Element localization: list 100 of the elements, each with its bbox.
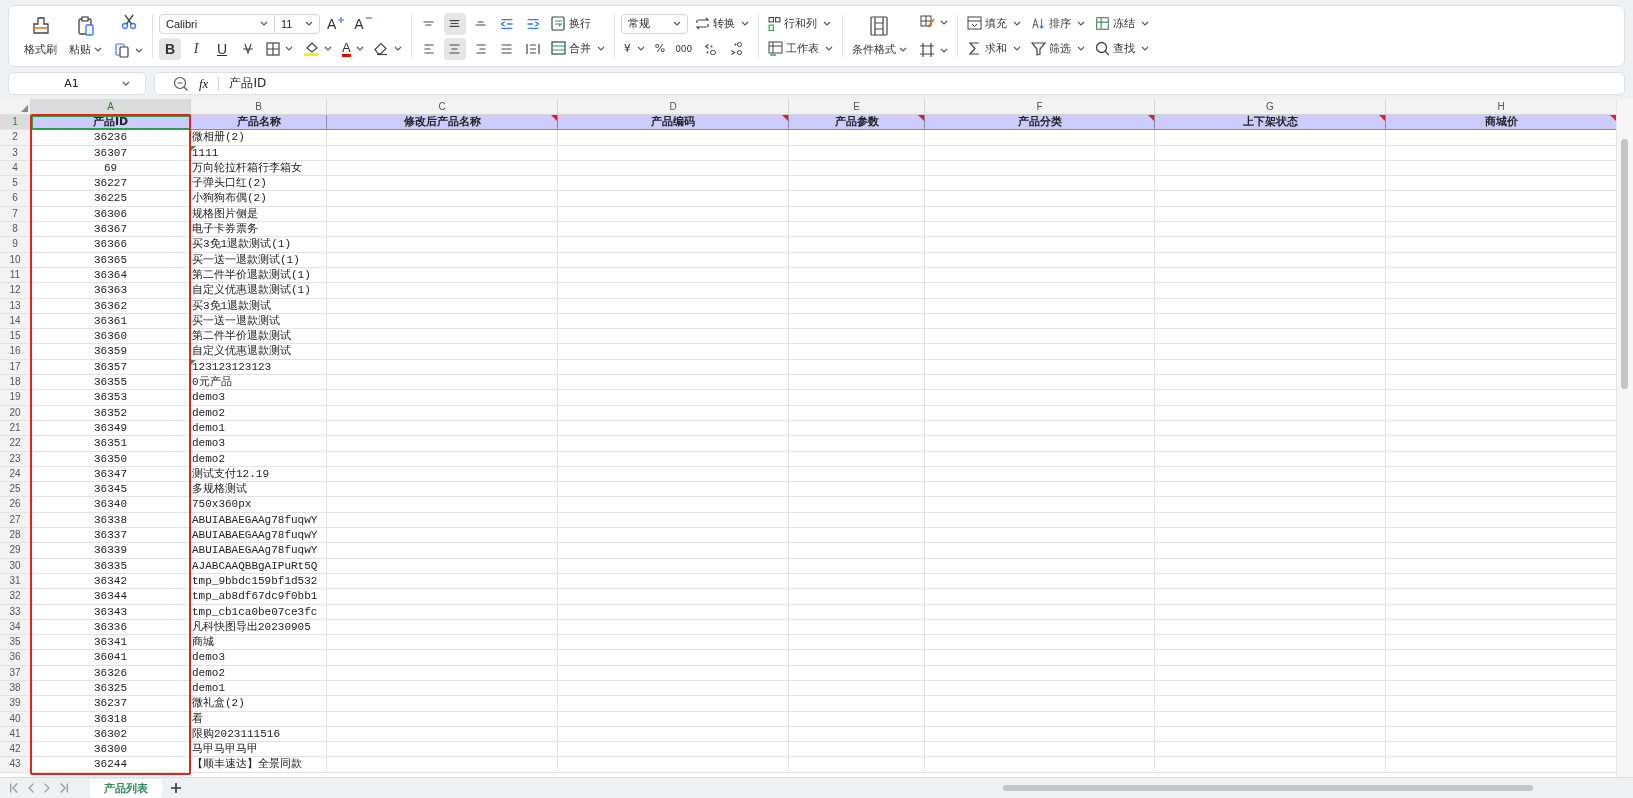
row-header[interactable]: 1 — [0, 115, 31, 131]
worksheet-button[interactable]: 工作表 — [764, 37, 836, 60]
font-family-select[interactable]: Calibri — [159, 13, 275, 34]
convert-button[interactable]: 转换 — [691, 12, 752, 35]
table-cell: 第二件半价退款测试(1) — [191, 267, 327, 284]
table-cell: 测试支付12.19 — [191, 466, 327, 483]
name-box[interactable]: A1 — [8, 72, 146, 95]
rows-columns-button[interactable]: 行和列 — [764, 12, 834, 35]
conditional-format-button[interactable]: 条件格式 — [848, 13, 910, 59]
vertical-scrollbar[interactable] — [1616, 99, 1633, 777]
distribute-icon — [525, 42, 540, 55]
row-header[interactable]: 6 — [0, 191, 31, 207]
row-header[interactable]: 28 — [0, 528, 31, 544]
table-cell: 36236 — [31, 130, 191, 146]
column-header[interactable]: E — [789, 99, 925, 115]
table-cell: tmp_ab8df67dc9f0bb1 — [191, 589, 327, 605]
first-sheet-icon[interactable] — [10, 783, 18, 793]
row-header[interactable]: 35 — [0, 635, 31, 651]
number-format-select[interactable]: 常规 — [620, 13, 688, 34]
italic-button[interactable]: I — [185, 37, 207, 60]
format-painter-button[interactable]: 格式刷 — [21, 13, 60, 59]
table-cell: 36363 — [31, 283, 191, 299]
row-header[interactable]: 9 — [0, 237, 31, 253]
outdent-icon — [500, 18, 513, 29]
align-middle-button[interactable] — [443, 12, 466, 35]
decrease-font-size-button[interactable]: A — [351, 12, 375, 35]
merge-button[interactable]: 合并 — [547, 37, 608, 60]
table-cell: 36366 — [31, 237, 191, 253]
row-header[interactable]: 18 — [0, 375, 31, 391]
sort-button[interactable]: 排序 — [1027, 12, 1088, 35]
row-header[interactable]: 15 — [0, 329, 31, 345]
caret-icon — [135, 47, 143, 53]
table-cell: 36337 — [31, 528, 191, 544]
select-all-corner[interactable] — [0, 99, 31, 115]
thousands-separator-button[interactable]: 000 — [672, 37, 696, 60]
row-header[interactable]: 19 — [0, 390, 31, 406]
row-header[interactable]: 8 — [0, 222, 31, 238]
freeze-button[interactable]: 冻结 — [1091, 12, 1152, 35]
sheet-icon — [767, 41, 783, 56]
sum-button[interactable]: 求和 — [963, 37, 1024, 60]
row-header[interactable]: 2 — [0, 130, 31, 146]
row-header[interactable]: 32 — [0, 589, 31, 605]
row-header[interactable]: 39 — [0, 696, 31, 712]
table-cell: 36227 — [31, 176, 191, 192]
filter-button[interactable]: 筛选 — [1027, 37, 1088, 60]
bold-button[interactable]: B — [159, 37, 181, 60]
table-cell: demo2 — [191, 451, 327, 467]
table-cell: 买一送一退款测试 — [191, 313, 327, 330]
font-size-select[interactable]: 11 — [274, 13, 320, 34]
column-header[interactable]: B — [191, 99, 327, 115]
formula-field[interactable]: fx 产品ID — [154, 72, 1625, 95]
table-cell: 36041 — [31, 650, 191, 666]
previous-sheet-icon[interactable] — [28, 783, 34, 793]
row-header[interactable]: 42 — [0, 742, 31, 758]
percent-button[interactable]: % — [651, 37, 669, 60]
next-sheet-icon[interactable] — [44, 783, 50, 793]
table-cell: 36335 — [31, 558, 191, 574]
table-cell: 36306 — [31, 206, 191, 223]
caret-icon — [898, 47, 907, 52]
column-header[interactable]: F — [925, 99, 1155, 115]
style-brush-icon — [918, 14, 935, 30]
table-cell: 自定义优惠退款测试(1) — [191, 283, 327, 299]
column-header[interactable]: H — [1386, 99, 1616, 115]
table-cell: 36225 — [31, 191, 191, 207]
table-cell: 自定义优惠退款测试 — [191, 344, 327, 360]
row-header[interactable]: 16 — [0, 344, 31, 360]
column-header[interactable]: A — [31, 99, 191, 115]
row-header[interactable]: 5 — [0, 176, 31, 192]
find-button[interactable]: 查找 — [1091, 37, 1152, 60]
caret-icon — [939, 19, 948, 25]
currency-button[interactable]: ¥ — [620, 37, 648, 60]
column-header[interactable]: G — [1155, 99, 1386, 115]
row-header[interactable]: 22 — [0, 436, 31, 452]
underline-button[interactable]: U — [211, 37, 233, 60]
merge-icon — [550, 41, 566, 56]
table-cell: 36355 — [31, 375, 191, 391]
table-header-cell: 上下架状态 — [1155, 115, 1386, 131]
row-header[interactable]: 36 — [0, 650, 31, 666]
row-header[interactable]: 25 — [0, 482, 31, 498]
wrap-text-button[interactable]: 换行 — [547, 12, 594, 35]
fill-button[interactable]: 填充 — [963, 12, 1024, 35]
sheet-tab[interactable]: 产品列表 — [90, 778, 162, 798]
table-cell: 36360 — [31, 329, 191, 345]
align-top-icon — [423, 21, 435, 26]
increase-font-size-button[interactable]: A — [324, 12, 348, 35]
table-cell: ABUIABAEGAAg78fuqwY — [191, 543, 327, 559]
row-header[interactable]: 29 — [0, 543, 31, 559]
font-color-button[interactable]: A — [339, 37, 367, 60]
row-header[interactable]: 26 — [0, 497, 31, 513]
add-sheet-icon[interactable] — [170, 782, 182, 794]
table-cell: 买一送一退款测试(1) — [191, 252, 327, 268]
column-header[interactable]: C — [327, 99, 558, 115]
last-sheet-icon[interactable] — [60, 783, 68, 793]
column-header[interactable]: D — [558, 99, 789, 115]
table-cell: 36341 — [31, 635, 191, 651]
row-header[interactable]: 43 — [0, 757, 31, 773]
paste-button[interactable]: 粘贴 — [66, 13, 105, 59]
table-cell: 看 — [191, 711, 327, 727]
table-header-cell: 产品编码 — [558, 115, 789, 131]
row-header[interactable]: 12 — [0, 283, 31, 299]
